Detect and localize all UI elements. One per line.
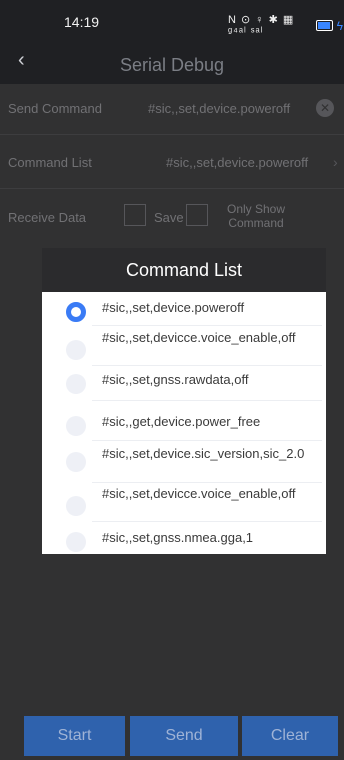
start-button[interactable]: Start — [24, 716, 125, 756]
command-option[interactable]: #sic,,set,device.sic_version,sic_2.0 — [42, 446, 326, 472]
status-indicator-icons: N ⊙ ♀ ✱ ▦ ᵍ⁴ᵃˡ ˢᵃˡ — [228, 14, 295, 38]
radio-unselected-icon[interactable] — [66, 496, 86, 516]
command-option[interactable]: #sic,,set,devicce.voice_enable,off — [42, 486, 326, 516]
command-option-label: #sic,,set,gnss.nmea.gga,1 — [102, 530, 254, 545]
command-option[interactable]: #sic,,get,device.power_free — [42, 414, 326, 436]
divider — [92, 482, 322, 483]
send-button[interactable]: Send — [130, 716, 238, 756]
command-option-label: #sic,,set,device.poweroff — [102, 300, 245, 315]
radio-selected-icon[interactable] — [66, 302, 86, 322]
command-option[interactable]: #sic,,set,gnss.nmea.gga,1 — [42, 530, 326, 552]
status-icons: N ⊙ ♀ ✱ ▦ ᵍ⁴ᵃˡ ˢᵃˡ ϟ — [228, 13, 344, 38]
battery-icon — [316, 20, 333, 31]
radio-unselected-icon[interactable] — [66, 340, 86, 360]
command-option[interactable]: #sic,,set,devicce.voice_enable,off — [42, 330, 326, 360]
dialog-title: Command List — [42, 248, 326, 292]
command-option-label: #sic,,get,device.power_free — [102, 414, 261, 429]
page-title: Serial Debug — [119, 55, 225, 75]
charging-icon: ϟ — [336, 18, 344, 33]
divider — [92, 521, 322, 522]
clear-button[interactable]: Clear — [242, 716, 338, 756]
divider — [92, 325, 322, 326]
command-option-label: #sic,,set,devicce.voice_enable,off — [102, 330, 296, 345]
command-option-label: #sic,,set,gnss.rawdata,off — [102, 372, 249, 387]
divider — [92, 365, 322, 366]
command-option[interactable]: #sic,,set,gnss.rawdata,off — [42, 372, 326, 394]
radio-unselected-icon[interactable] — [66, 452, 86, 472]
command-option[interactable]: #sic,,set,device.poweroff — [42, 300, 326, 322]
divider — [92, 440, 322, 441]
radio-unselected-icon[interactable] — [66, 374, 86, 394]
command-option-label: #sic,,set,device.sic_version,sic_2.0 — [102, 446, 305, 461]
status-time: 14:19 — [64, 14, 100, 30]
command-option-label: #sic,,set,devicce.voice_enable,off — [102, 486, 296, 501]
divider — [92, 400, 322, 401]
radio-unselected-icon[interactable] — [66, 416, 86, 436]
radio-unselected-icon[interactable] — [66, 532, 86, 552]
